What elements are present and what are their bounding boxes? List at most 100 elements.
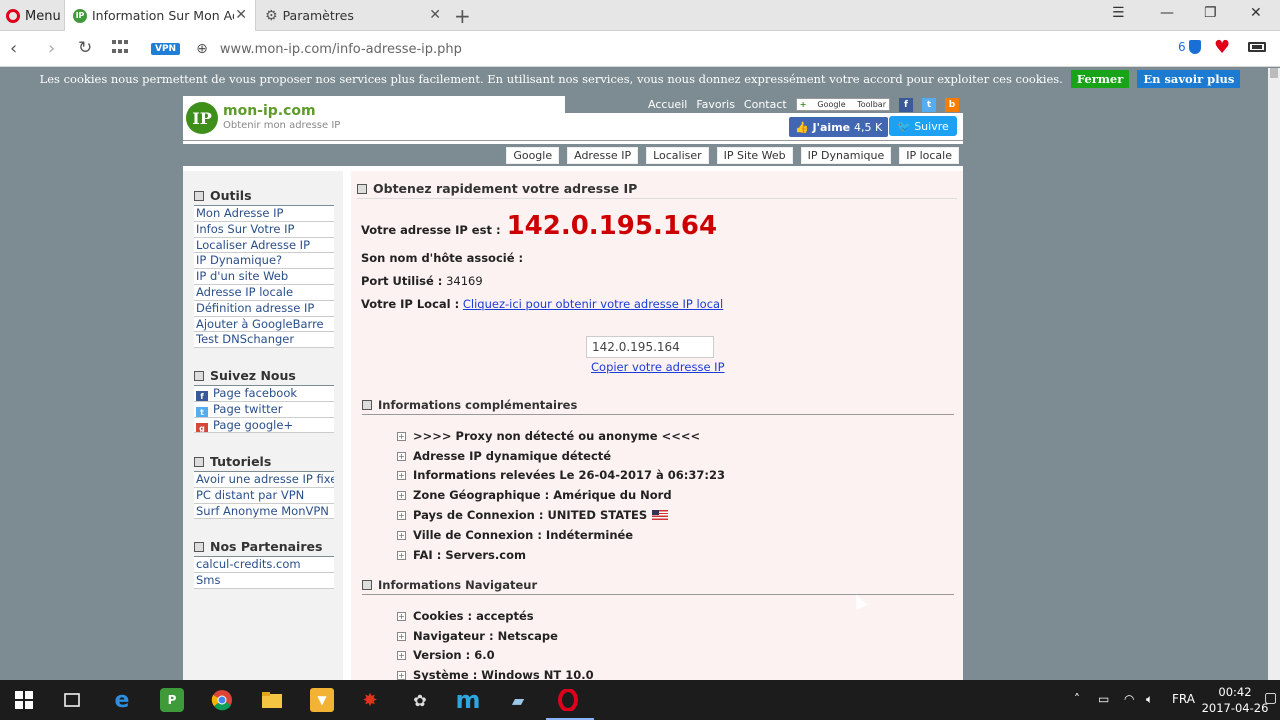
close-window-icon[interactable]: ✕	[1250, 5, 1262, 21]
sidebar-item[interactable]: IP Dynamique?	[194, 253, 334, 270]
language-indicator[interactable]: FRA	[1172, 692, 1195, 706]
link-favoris[interactable]: Favoris	[696, 98, 735, 111]
link-accueil[interactable]: Accueil	[648, 98, 687, 111]
tray-chevron-up-icon[interactable]: ˄	[1074, 692, 1080, 706]
heart-icon[interactable]: ♥	[1214, 37, 1230, 58]
speed-dial-icon[interactable]	[112, 40, 130, 56]
tool-app-icon[interactable]: ✿	[408, 688, 432, 712]
system-clock[interactable]: 00:42 2017-04-26	[1200, 684, 1270, 716]
facebook-icon[interactable]: f	[899, 97, 913, 112]
notifications-icon[interactable]: ▢	[1264, 690, 1277, 706]
reload-icon[interactable]: ↻	[78, 38, 92, 58]
opera-menu-button[interactable]: Menu	[6, 6, 61, 26]
security-app-icon[interactable]: ▼	[310, 688, 334, 712]
list-item[interactable]: + Informations relevées Le 26-04-2017 à 0…	[397, 468, 725, 482]
minimize-icon[interactable]: —	[1160, 5, 1174, 21]
site-logo-subtitle: Obtenir mon adresse IP	[223, 120, 341, 131]
vpn-badge[interactable]: VPN	[151, 43, 181, 55]
local-ip-link[interactable]: Cliquez-ici pour obtenir votre adresse I…	[463, 297, 723, 311]
shield-app-icon[interactable]: P	[160, 688, 184, 712]
list-item[interactable]: + Cookies : acceptés	[397, 609, 534, 623]
sidebar-item[interactable]: Infos Sur Votre IP	[194, 221, 334, 238]
sidebar-item[interactable]: Surf Anonyme MonVPN	[194, 503, 334, 520]
chrome-icon[interactable]	[210, 688, 234, 712]
list-item[interactable]: + Version : 6.0	[397, 648, 495, 662]
notebook-app-icon[interactable]: ▰	[506, 688, 530, 712]
nav-localiser[interactable]: Localiser	[646, 146, 709, 164]
twitter-icon[interactable]: t	[922, 97, 936, 112]
nav-ip-site-web[interactable]: IP Site Web	[716, 146, 793, 164]
sidebar-item[interactable]: Définition adresse IP	[194, 300, 334, 317]
sidebar-section-suivez: Suivez Nous f Page facebook t Page twitter…	[194, 368, 334, 434]
back-icon[interactable]: ‹	[10, 38, 17, 59]
sidebar-item[interactable]: PC distant par VPN	[194, 487, 334, 504]
list-item[interactable]: + Adresse IP dynamique détecté	[397, 449, 611, 463]
internet-explorer-icon[interactable]: e	[110, 688, 134, 713]
url-field[interactable]: VPN ⊕ www.mon-ip.com/info-adresse-ip.php	[145, 36, 1210, 62]
sidebar-item[interactable]: Sms	[194, 572, 334, 589]
sidebar-item[interactable]: Ajouter à GoogleBarre	[194, 316, 334, 333]
list-item[interactable]: + Système : Windows NT 10.0	[397, 668, 594, 680]
cookie-close-button[interactable]: Fermer	[1070, 70, 1130, 88]
link-contact[interactable]: Contact	[744, 98, 787, 111]
cookie-text: Les cookies nous permettent de vous prop…	[39, 72, 1063, 86]
page-scrollbar[interactable]	[1268, 68, 1280, 680]
tab-menu-icon[interactable]: ☰	[1112, 5, 1125, 21]
site-logo-icon[interactable]: IP	[186, 102, 218, 134]
twitter-follow-button[interactable]: 🐦 Suivre	[889, 116, 957, 136]
tab-information[interactable]: IP Information Sur Mon Adresse ✕	[64, 0, 256, 31]
ip-input[interactable]: 142.0.195.164	[586, 336, 714, 358]
list-item[interactable]: + Zone Géographique : Amérique du Nord	[397, 488, 672, 502]
file-explorer-icon[interactable]	[260, 688, 284, 712]
list-item[interactable]: + Navigateur : Netscape	[397, 629, 558, 643]
close-tab-icon[interactable]: ✕	[429, 7, 441, 23]
task-view-icon[interactable]	[60, 688, 84, 712]
sidebar-item[interactable]: Localiser Adresse IP	[194, 237, 334, 254]
battery-saver-icon[interactable]	[1248, 42, 1266, 52]
sidebar-item-twitter[interactable]: t Page twitter	[194, 401, 334, 418]
sidebar-item[interactable]: Adresse IP locale	[194, 284, 334, 301]
google-toolbar-button[interactable]: + Google Toolbar	[795, 98, 890, 111]
scrollbar-thumb[interactable]	[1270, 68, 1278, 78]
nav-google[interactable]: Google	[506, 146, 560, 164]
url-text[interactable]: www.mon-ip.com/info-adresse-ip.php	[220, 42, 462, 57]
forward-icon[interactable]: ›	[48, 38, 55, 59]
nav-adresse-ip[interactable]: Adresse IP	[567, 146, 639, 164]
facebook-like-button[interactable]: 👍 J'aime 4,5 K	[789, 117, 889, 137]
opera-taskbar-icon[interactable]	[556, 688, 580, 712]
antivirus-icon[interactable]: ✸	[358, 688, 382, 712]
restore-icon[interactable]: ❐	[1204, 5, 1217, 21]
list-item[interactable]: + >>>> Proxy non détecté ou anonyme <<<<	[397, 429, 700, 443]
sidebar-item[interactable]: IP d'un site Web	[194, 269, 334, 285]
sidebar-item-facebook[interactable]: f Page facebook	[194, 386, 334, 402]
ip-address: 142.0.195.164	[506, 211, 718, 241]
site-logo-title[interactable]: mon-ip.com	[223, 103, 316, 119]
tab-parametres[interactable]: ⚙ Paramètres ✕	[257, 0, 449, 31]
ip-line: Votre adresse IP est : 142.0.195.164	[361, 211, 718, 241]
sidebar-item[interactable]: Mon Adresse IP	[194, 206, 334, 222]
wifi-icon[interactable]: ◠	[1124, 692, 1134, 706]
sidebar-item[interactable]: calcul-credits.com	[194, 557, 334, 573]
list-item[interactable]: + Ville de Connexion : Indéterminée	[397, 528, 633, 542]
new-tab-icon[interactable]: +	[454, 4, 471, 28]
metro-app-icon[interactable]: m	[456, 686, 481, 714]
port-line: Port Utilisé : 34169	[361, 274, 483, 288]
copy-ip-link[interactable]: Copier votre adresse IP	[591, 360, 725, 374]
list-item[interactable]: + FAI : Servers.com	[397, 548, 526, 562]
adblock-shield-icon[interactable]	[1189, 40, 1201, 54]
sidebar-item[interactable]: Test DNSchanger	[194, 332, 334, 349]
list-item[interactable]: + Pays de Connexion : UNITED STATES	[397, 508, 669, 522]
volume-icon[interactable]: 🔈︎	[1146, 692, 1153, 707]
cookie-more-button[interactable]: En savoir plus	[1137, 70, 1241, 88]
blogger-icon[interactable]: b	[945, 97, 959, 112]
nav-ip-locale[interactable]: IP locale	[899, 146, 959, 164]
close-tab-icon[interactable]: ✕	[235, 7, 247, 23]
windows-start-icon[interactable]	[12, 688, 36, 712]
sidebar-item[interactable]: Avoir une adresse IP fixe	[194, 472, 334, 488]
section-informations-complementaires: Informations complémentaires	[362, 398, 954, 415]
nav-ip-dynamique[interactable]: IP Dynamique	[800, 146, 892, 164]
battery-icon[interactable]: ▭	[1098, 692, 1109, 706]
sidebar-section-outils: Outils Mon Adresse IP Infos Sur Votre IP…	[194, 188, 334, 349]
sidebar-section-partenaires: Nos Partenaires calcul-credits.com Sms	[194, 539, 334, 589]
sidebar-item-google-plus[interactable]: g Page google+	[194, 417, 334, 434]
